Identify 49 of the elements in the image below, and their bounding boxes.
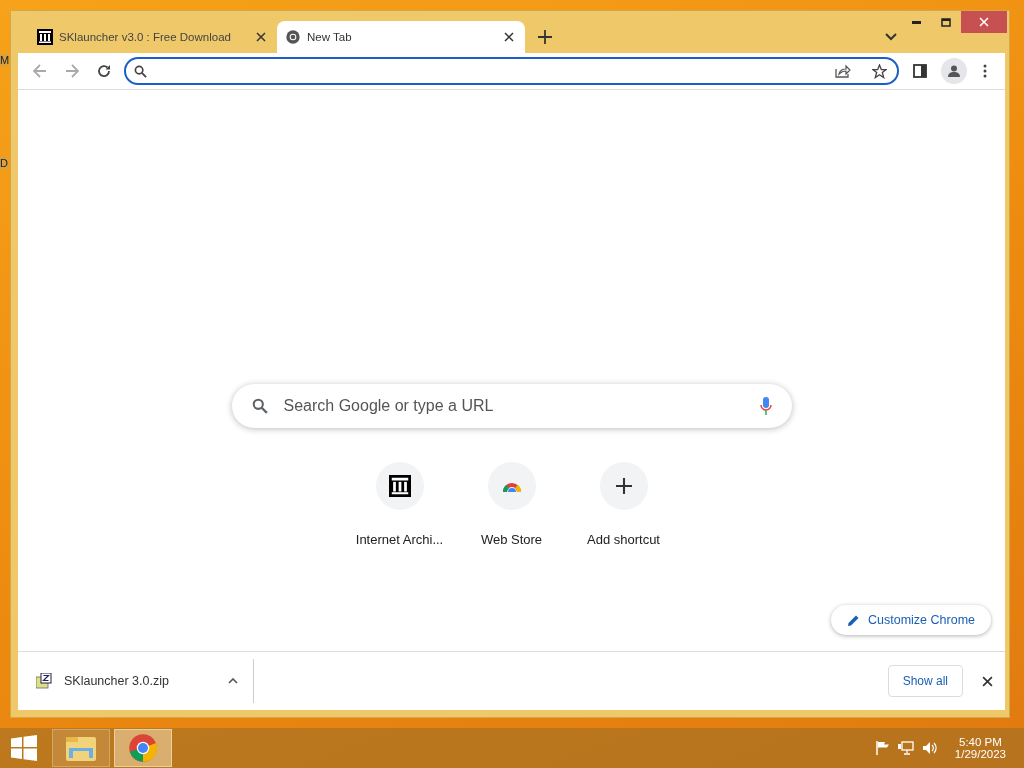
customize-chrome-button[interactable]: Customize Chrome	[831, 605, 991, 635]
profile-button[interactable]	[941, 58, 967, 84]
folder-icon	[65, 734, 97, 762]
chevron-down-icon	[885, 33, 897, 41]
webstore-icon	[501, 480, 522, 492]
close-icon	[256, 32, 266, 42]
browser-tab[interactable]: New Tab	[277, 21, 525, 53]
address-bar[interactable]	[124, 57, 899, 85]
museum-icon	[388, 475, 411, 497]
minimize-icon	[911, 20, 921, 24]
search-box[interactable]: Search Google or type a URL	[231, 384, 792, 428]
close-icon	[979, 17, 989, 27]
person-icon	[947, 64, 961, 78]
plus-icon	[615, 478, 632, 494]
shortcut-tile[interactable]: Internet Archi...	[343, 462, 456, 547]
desktop-icon-label: D	[0, 157, 8, 169]
bookmark-button[interactable]	[869, 61, 889, 81]
arrow-left-icon	[33, 64, 47, 78]
share-icon	[835, 64, 851, 78]
search-icon	[134, 64, 147, 78]
plus-icon	[538, 30, 552, 44]
side-panel-icon	[913, 64, 927, 78]
more-icon	[983, 64, 987, 78]
pencil-icon	[847, 613, 860, 627]
star-icon	[871, 63, 887, 79]
museum-icon	[37, 29, 53, 45]
browser-tab[interactable]: SKlauncher v3.0 : Free Download	[29, 21, 277, 53]
close-icon	[504, 32, 514, 42]
shortcut-tile[interactable]: Add shortcut	[567, 462, 680, 547]
chrome-icon	[128, 733, 158, 763]
desktop-icon-label: M	[0, 54, 10, 66]
clock[interactable]: 5:40 PM 1/29/2023	[954, 736, 1006, 760]
chevron-up-icon	[228, 678, 238, 684]
show-all-button[interactable]: Show all	[887, 665, 963, 697]
flag-icon	[875, 741, 890, 755]
reload-icon	[97, 64, 111, 78]
chrome-icon	[285, 29, 301, 45]
network-icon	[897, 741, 914, 755]
search-icon	[251, 398, 268, 414]
arrow-right-icon	[65, 64, 79, 78]
microphone-icon	[759, 397, 772, 415]
close-icon	[981, 675, 993, 687]
windows-logo-icon	[11, 735, 37, 761]
taskbar-app-button[interactable]	[114, 729, 172, 767]
shortcut-tile[interactable]: Web Store	[455, 462, 568, 547]
speaker-icon	[921, 741, 937, 755]
download-item[interactable]: SKlauncher 3.0.zip	[18, 659, 254, 703]
zip-file-icon	[36, 673, 52, 689]
maximize-icon	[941, 17, 951, 27]
